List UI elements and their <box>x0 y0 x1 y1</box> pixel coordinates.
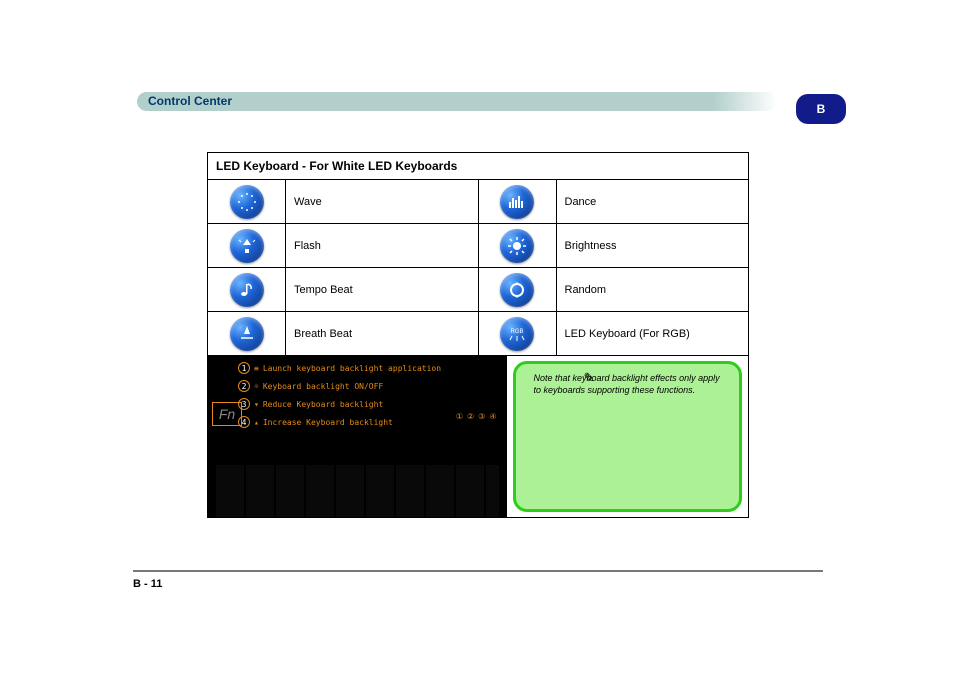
cell-label: Dance <box>557 180 749 223</box>
kb-mini-icon: ▴ <box>254 418 259 427</box>
keyboard-keys-texture <box>216 465 499 517</box>
cell-label: Random <box>557 268 749 311</box>
marker: ① <box>456 412 463 421</box>
page-tab-badge: B <box>796 94 846 124</box>
keycap-markers: ① ② ③ ④ <box>456 412 497 421</box>
table-row: Flash Brightness <box>208 224 748 268</box>
wave-icon <box>230 185 264 219</box>
random-icon <box>500 273 534 307</box>
brightness-icon <box>500 229 534 263</box>
table-row: Breath Beat RGB LED Keyboard (For RGB) <box>208 312 748 356</box>
section-title: Control Center <box>148 94 232 108</box>
beat-icon <box>230 317 264 351</box>
cell-label: Tempo Beat <box>286 268 479 311</box>
keyboard-diagram-row: Fn 1 ≡ Launch keyboard backlight applica… <box>208 356 748 517</box>
fn-key: Fn <box>212 402 242 426</box>
kb-hint-line: 3 ▾ Reduce Keyboard backlight <box>238 398 503 410</box>
cell-icon <box>208 224 286 267</box>
svg-text:RGB: RGB <box>510 329 523 335</box>
table-row: Wave Dance <box>208 180 748 224</box>
cell-label: Flash <box>286 224 479 267</box>
note-box: ✎ Note that keyboard backlight effects o… <box>513 361 743 512</box>
cell-icon <box>208 268 286 311</box>
cell-label: Wave <box>286 180 479 223</box>
led-keyboard-table: LED Keyboard - For White LED Keyboards W… <box>207 152 749 518</box>
cell-icon <box>479 268 557 311</box>
table-header: LED Keyboard - For White LED Keyboards <box>208 153 748 180</box>
marker: ③ <box>478 412 485 421</box>
hint-number: 1 <box>238 362 250 374</box>
kb-hint-line: 1 ≡ Launch keyboard backlight applicatio… <box>238 362 503 374</box>
cell-label: Breath Beat <box>286 312 479 355</box>
kb-mini-icon: ≡ <box>254 364 259 373</box>
flash-icon <box>230 229 264 263</box>
footer-separator <box>133 570 823 572</box>
dance-icon <box>500 185 534 219</box>
hint-text: Reduce Keyboard backlight <box>263 400 383 409</box>
hint-text: Launch keyboard backlight application <box>263 364 441 373</box>
marker: ② <box>467 412 474 421</box>
hint-number: 2 <box>238 380 250 392</box>
table-row: Tempo Beat Random <box>208 268 748 312</box>
cell-icon <box>208 312 286 355</box>
kb-hint-line: 2 ☼ Keyboard backlight ON/OFF <box>238 380 503 392</box>
cell-icon <box>479 224 557 267</box>
cell-label: Brightness <box>557 224 749 267</box>
kb-mini-icon: ☼ <box>254 382 259 391</box>
note-text: Note that keyboard backlight effects onl… <box>534 373 720 395</box>
cell-label: LED Keyboard (For RGB) <box>557 312 749 355</box>
cell-icon <box>479 180 557 223</box>
page-number: B - 11 <box>133 578 162 590</box>
kb-mini-icon: ▾ <box>254 400 259 409</box>
keyboard-diagram: Fn 1 ≡ Launch keyboard backlight applica… <box>208 356 507 517</box>
tempo-icon <box>230 273 264 307</box>
cell-icon: RGB <box>479 312 557 355</box>
pencil-icon: ✎ <box>584 369 595 387</box>
marker: ④ <box>489 412 496 421</box>
hint-text: Keyboard backlight ON/OFF <box>263 382 383 391</box>
cell-icon <box>208 180 286 223</box>
hint-text: Increase Keyboard backlight <box>263 418 393 427</box>
section-header-bar <box>137 92 777 111</box>
rgb-icon: RGB <box>500 317 534 351</box>
